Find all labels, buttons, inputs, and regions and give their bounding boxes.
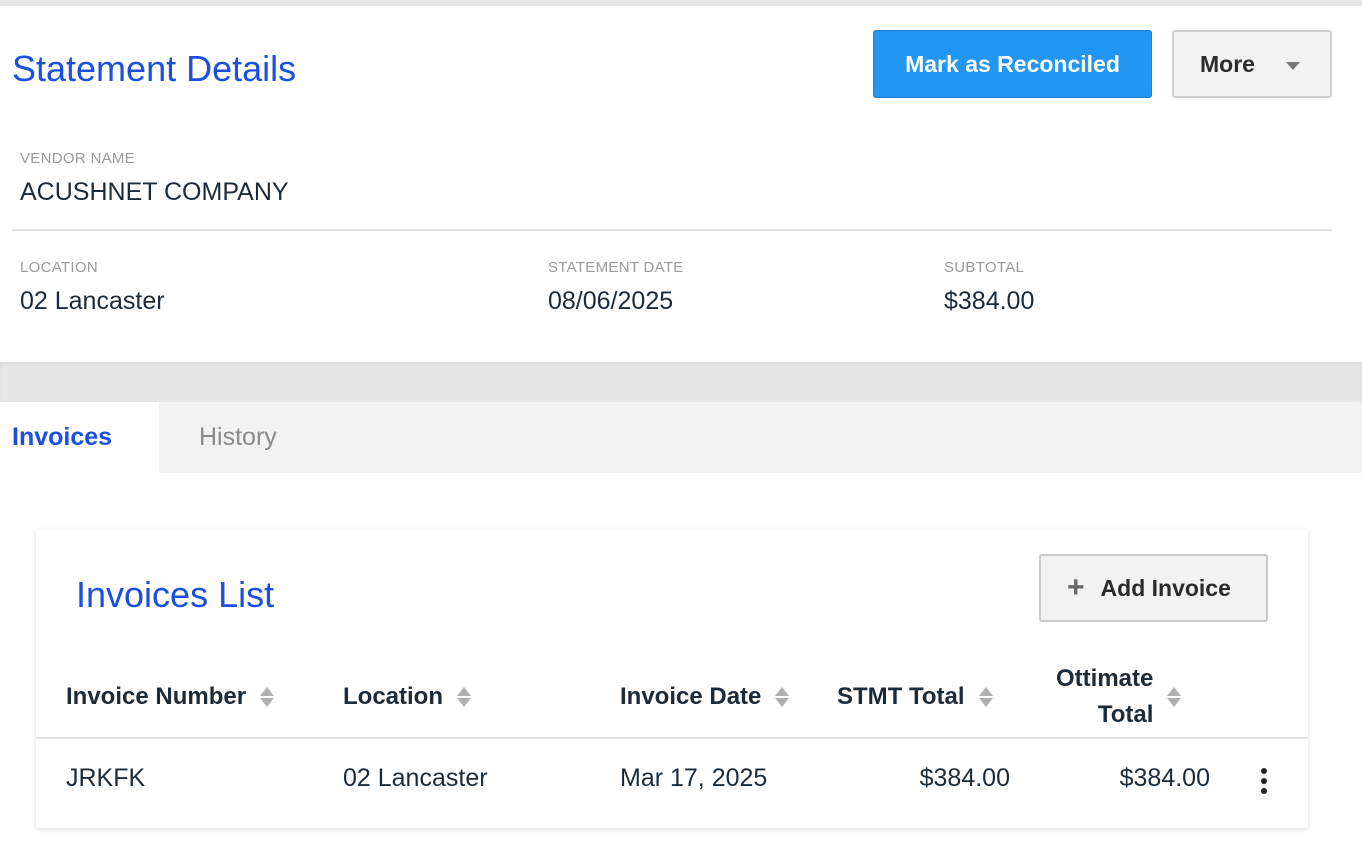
page-title: Statement Details bbox=[12, 48, 297, 89]
caret-down-icon bbox=[1286, 62, 1300, 70]
kebab-dot bbox=[1261, 788, 1267, 794]
sort-icon[interactable] bbox=[260, 685, 275, 709]
invoices-card: Invoices List + Add Invoice Invoice Numb… bbox=[36, 530, 1308, 828]
table-header-divider bbox=[36, 737, 1308, 739]
kebab-dot bbox=[1261, 778, 1267, 784]
column-header-invoice-number[interactable]: Invoice Number bbox=[66, 682, 275, 712]
sort-icon[interactable] bbox=[775, 685, 790, 709]
location-value: 02 Lancaster bbox=[20, 287, 165, 315]
sort-icon[interactable] bbox=[978, 685, 993, 709]
column-header-ottimate-total[interactable]: Ottimate Total bbox=[1056, 661, 1182, 733]
ottimate-label-line1: Ottimate bbox=[1056, 665, 1154, 692]
column-header-label: Ottimate Total bbox=[1056, 661, 1153, 733]
top-strip bbox=[0, 0, 1362, 6]
sort-icon[interactable] bbox=[1167, 685, 1182, 709]
cell-stmt-total: $384.00 bbox=[919, 764, 1010, 792]
more-dropdown-button[interactable]: More bbox=[1172, 30, 1332, 98]
column-header-label: Invoice Number bbox=[66, 683, 247, 710]
column-header-invoice-date[interactable]: Invoice Date bbox=[620, 682, 790, 712]
add-invoice-label: Add Invoice bbox=[1100, 574, 1231, 601]
column-header-label: Invoice Date bbox=[620, 683, 762, 710]
mark-as-reconciled-button[interactable]: Mark as Reconciled bbox=[873, 30, 1152, 98]
column-header-label: STMT Total bbox=[837, 683, 965, 710]
cell-invoice-date: Mar 17, 2025 bbox=[620, 764, 768, 792]
cell-ottimate-total: $384.00 bbox=[1119, 764, 1210, 792]
plus-icon: + bbox=[1067, 571, 1085, 604]
cell-invoice-number[interactable]: JRKFK bbox=[66, 764, 145, 793]
details-divider bbox=[12, 229, 1332, 231]
subtotal-label: SUBTOTAL bbox=[944, 259, 1025, 276]
column-header-location[interactable]: Location bbox=[343, 682, 471, 712]
statement-date-value: 08/06/2025 bbox=[548, 287, 674, 315]
tab-invoices[interactable]: Invoices bbox=[0, 402, 159, 473]
column-header-label: Location bbox=[343, 683, 443, 710]
tab-history[interactable]: History bbox=[159, 402, 327, 473]
add-invoice-button[interactable]: + Add Invoice bbox=[1039, 554, 1268, 622]
ottimate-label-line2: Total bbox=[1097, 701, 1154, 728]
vendor-name-value: ACUSHNET COMPANY bbox=[20, 178, 289, 206]
location-label: LOCATION bbox=[20, 259, 98, 276]
section-separator bbox=[0, 362, 1362, 402]
more-button-label: More bbox=[1200, 50, 1255, 77]
column-header-stmt-total[interactable]: STMT Total bbox=[837, 682, 993, 712]
kebab-dot bbox=[1261, 768, 1267, 774]
vendor-name-label: VENDOR NAME bbox=[20, 150, 135, 167]
statement-date-label: STATEMENT DATE bbox=[548, 259, 684, 276]
sort-icon[interactable] bbox=[457, 685, 471, 709]
row-actions-kebab-icon[interactable] bbox=[1258, 768, 1270, 794]
cell-location: 02 Lancaster bbox=[343, 764, 488, 792]
invoices-list-title: Invoices List bbox=[76, 574, 275, 615]
subtotal-value: $384.00 bbox=[944, 287, 1035, 315]
